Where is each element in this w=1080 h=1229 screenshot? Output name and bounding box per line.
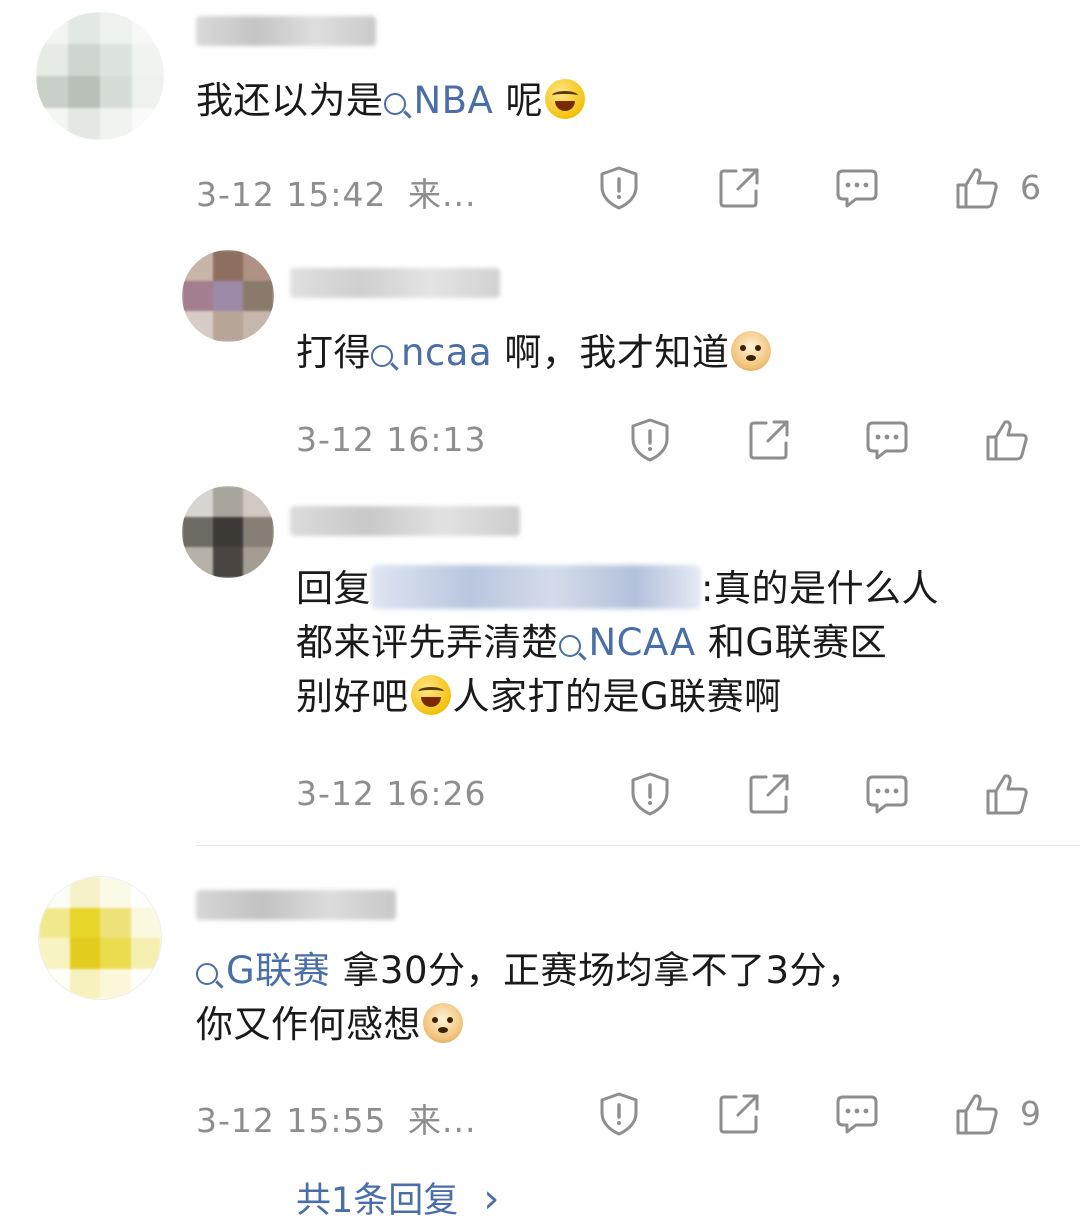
like-count: 9 — [1020, 1094, 1041, 1133]
view-replies-link[interactable]: 共1条回复 › — [296, 1172, 499, 1223]
laugh-cry-emoji — [410, 675, 451, 715]
username[interactable] — [290, 506, 520, 536]
avatar[interactable] — [36, 12, 164, 140]
search-link-icon — [196, 963, 218, 985]
share-icon[interactable] — [746, 771, 792, 817]
avatar[interactable] — [182, 486, 274, 578]
location: 来... — [408, 1101, 477, 1140]
topic-link[interactable]: ncaa — [371, 331, 492, 374]
timestamp: 3-12 16:13 — [296, 420, 487, 459]
comment-icon[interactable] — [864, 771, 910, 817]
comment-meta: 3-12 16:26 — [296, 774, 487, 813]
like-count: 6 — [1020, 168, 1041, 207]
avatar[interactable] — [38, 876, 162, 1000]
timestamp: 3-12 15:55 — [196, 1101, 387, 1140]
doge-emoji — [731, 331, 772, 371]
username[interactable] — [290, 268, 500, 298]
username[interactable] — [196, 890, 396, 920]
like-icon[interactable] — [954, 165, 1000, 211]
doge-emoji — [423, 1003, 463, 1043]
divider — [196, 845, 1080, 846]
topic-link[interactable]: G联赛 — [196, 949, 330, 992]
like-icon[interactable] — [984, 771, 1030, 817]
comment-text: 我还以为是 NBA 呢 — [196, 74, 587, 128]
like-icon[interactable] — [984, 417, 1030, 463]
timestamp: 3-12 16:26 — [296, 774, 487, 813]
comment-icon[interactable] — [834, 1091, 880, 1137]
topic-link[interactable]: NCAA — [558, 621, 696, 664]
comment-text: 回复:真的是什么人 都来评先弄清楚 NCAA 和G联赛区 别好吧 人家打的是G联赛啊 — [296, 562, 1056, 724]
comment-line: 回复:真的是什么人 — [296, 565, 939, 610]
search-link-icon — [371, 345, 393, 367]
comment-line: 别好吧 人家打的是G联赛啊 — [296, 675, 782, 718]
comment-meta: 3-12 15:42 来... — [196, 168, 476, 216]
replies-label: 共1条回复 — [296, 1181, 459, 1221]
comment-line: 都来评先弄清楚 NCAA 和G联赛区 — [296, 621, 888, 664]
mentioned-user[interactable] — [371, 565, 701, 609]
username[interactable] — [196, 16, 376, 46]
laugh-cry-emoji — [545, 79, 586, 119]
report-icon[interactable] — [627, 771, 673, 817]
location: 来... — [408, 175, 477, 214]
timestamp: 3-12 15:42 — [196, 175, 387, 214]
comment-meta: 3-12 15:55 来... — [196, 1094, 476, 1142]
comment-meta: 3-12 16:13 — [296, 420, 487, 459]
comment-text: G联赛 拿30分，正赛场均拿不了3分， 你又作何感想 — [196, 944, 1056, 1052]
like-icon[interactable] — [954, 1091, 1000, 1137]
comment-icon[interactable] — [834, 165, 880, 211]
report-icon[interactable] — [627, 417, 673, 463]
share-icon[interactable] — [746, 417, 792, 463]
comment-text: 打得 ncaa 啊，我才知道 — [296, 326, 773, 380]
avatar[interactable] — [182, 250, 274, 342]
topic-link[interactable]: NBA — [383, 79, 494, 122]
comment-line: 你又作何感想 — [196, 998, 1056, 1052]
chevron-right-icon: › — [483, 1176, 500, 1222]
comment-line: G联赛 拿30分，正赛场均拿不了3分， — [196, 944, 1056, 998]
comment-icon[interactable] — [864, 417, 910, 463]
report-icon[interactable] — [596, 165, 642, 211]
share-icon[interactable] — [716, 1091, 762, 1137]
search-link-icon — [558, 635, 581, 657]
report-icon[interactable] — [596, 1091, 642, 1137]
share-icon[interactable] — [716, 165, 762, 211]
search-link-icon — [383, 93, 406, 115]
